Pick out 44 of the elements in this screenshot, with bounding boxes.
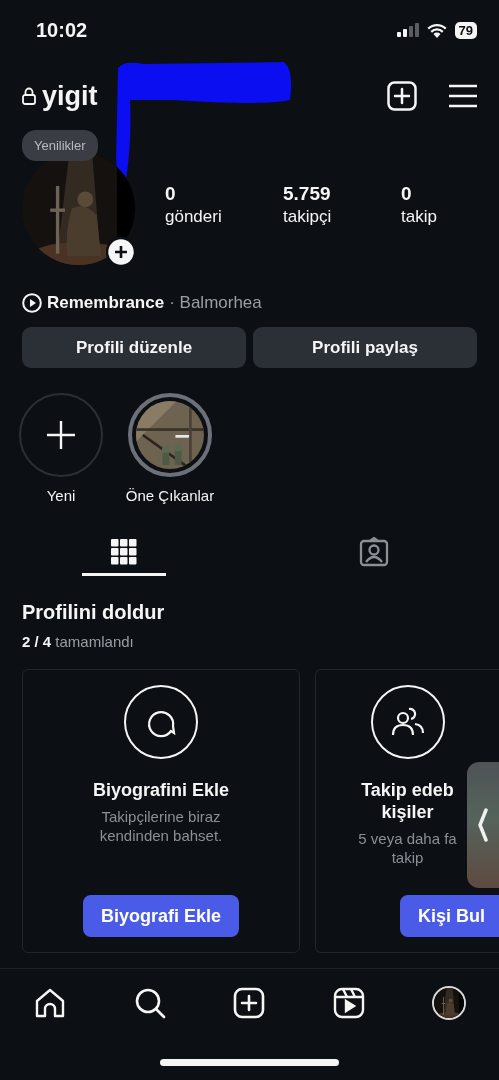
create-icon[interactable] [387,81,417,111]
people-icon [370,685,445,759]
battery-level: 79 [454,21,477,39]
play-icon[interactable] [22,293,42,313]
clock: 10:02 [36,18,88,42]
lock-icon [22,87,36,105]
stat-label[interactable]: takipçi [283,206,401,227]
card-title: Takip edeb kişiler [361,779,454,823]
create-icon [233,987,266,1019]
search-icon [133,987,166,1019]
card-description: Takipçilerine biraz kendinden bahset. [99,807,223,845]
tooltip: Yenilikler [22,130,98,161]
grid-icon [111,538,137,565]
card-action-button[interactable]: Biyografi Ekle [82,895,239,937]
artist-name[interactable]: · Balmorhea [169,293,262,313]
person-tag-icon [359,536,389,567]
reels-icon [333,987,366,1019]
add-story-icon[interactable] [106,237,136,267]
chevron-left-icon [478,808,488,842]
signal-icon [396,23,419,37]
stat-count[interactable]: 5.759 [283,182,401,205]
speech-bubble-icon [124,685,198,759]
section-title: Profilini doldur [21,601,166,624]
progress-text: 2 / 4 tamamlandı [21,633,135,650]
stat-label[interactable]: gönderi [165,206,283,227]
menu-icon[interactable] [449,84,477,108]
stat-count[interactable]: 0 [165,182,283,205]
card-action-button[interactable]: Kişi Bul [400,895,499,937]
highlight-label: Öne Çıkanlar [125,487,215,504]
highlight-label: Yeni [46,487,76,504]
song-title[interactable]: Remembrance [47,293,165,313]
username[interactable]: yigit [42,80,98,112]
stat-label[interactable]: takip [401,206,461,227]
plus-icon [47,421,75,449]
card-description: 5 veya daha fa takip [358,829,457,867]
home-icon [33,987,66,1019]
side-handle[interactable] [467,762,499,888]
profile-button[interactable]: Profili düzenle [22,327,246,368]
stat-count[interactable]: 0 [401,182,461,205]
highlight-ring[interactable] [128,393,212,477]
profile-avatar[interactable] [432,986,467,1020]
card-title: Biyografini Ekle [92,779,229,801]
profile-button[interactable]: Profili paylaş [253,327,477,368]
wifi-icon [426,22,447,38]
